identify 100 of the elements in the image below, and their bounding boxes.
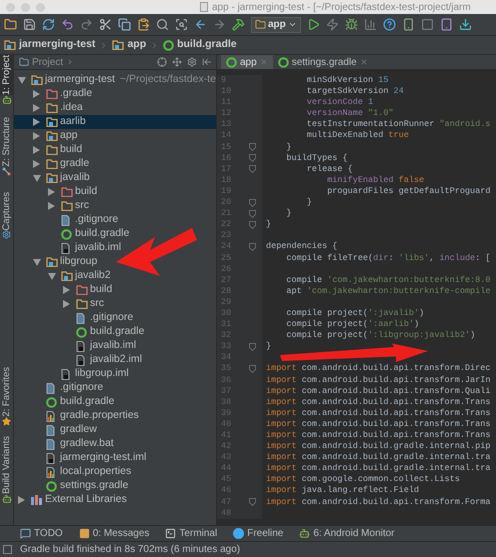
fold-marker-icon[interactable] — [249, 364, 256, 373]
collapsed-arrow-icon[interactable] — [63, 300, 70, 308]
copy-icon[interactable] — [118, 18, 131, 31]
tree-item[interactable]: build — [14, 185, 216, 199]
forward-icon[interactable] — [213, 18, 226, 31]
fold-marker-icon[interactable] — [249, 154, 256, 162]
fold-marker-icon[interactable] — [249, 198, 256, 207]
tree-item[interactable]: javalib.iml — [14, 339, 216, 353]
breadcrumb[interactable]: build.gradle — [163, 37, 237, 53]
tree-item[interactable]: javalib2.iml — [14, 353, 216, 367]
tree-item[interactable]: local.properties — [14, 465, 216, 479]
tree-item[interactable]: .gitignore — [14, 381, 216, 395]
project-view-dropdown[interactable]: Project — [32, 55, 64, 70]
device-icon[interactable] — [402, 18, 415, 31]
sync-icon[interactable] — [42, 18, 55, 31]
expanded-arrow-icon[interactable] — [48, 272, 56, 280]
editor-tab[interactable]: settings.gradle — [272, 55, 373, 69]
tree-item[interactable]: src — [14, 199, 216, 213]
collapsed-arrow-icon[interactable] — [33, 118, 40, 126]
tree-item[interactable]: aarlib — [14, 115, 216, 129]
tool-windows-toggle[interactable] — [3, 545, 12, 554]
collapsed-arrow-icon[interactable] — [33, 132, 40, 140]
paste-icon[interactable] — [137, 18, 150, 31]
close-icon[interactable] — [360, 58, 368, 66]
tool-window-button[interactable]: 0: Messages — [78, 526, 150, 541]
fold-marker-icon[interactable] — [249, 143, 256, 152]
tree-item[interactable]: jarmerging-test.iml — [14, 451, 216, 465]
collapsed-arrow-icon[interactable] — [48, 188, 55, 196]
tree-item[interactable]: src — [14, 297, 216, 311]
tree-item[interactable]: gradlew — [14, 423, 216, 437]
profile-icon[interactable] — [364, 18, 377, 31]
collapsed-arrow-icon[interactable] — [33, 160, 40, 168]
stop-icon[interactable] — [420, 18, 434, 31]
tool-window-button[interactable]: 6: Android Monitor — [299, 526, 395, 541]
apply-changes-icon[interactable] — [326, 18, 339, 31]
tree-item[interactable]: javalib2 — [14, 269, 216, 283]
tool-window-button[interactable]: TODO — [20, 526, 63, 541]
side-tab[interactable]: Captures — [0, 192, 14, 230]
tool-window-button[interactable]: Terminal — [165, 526, 218, 541]
tool-window-button[interactable]: Freeline — [233, 526, 284, 541]
cut-icon[interactable] — [99, 18, 112, 31]
tree-item[interactable]: javalib — [14, 171, 216, 185]
undo-icon[interactable] — [61, 18, 74, 31]
run-config-dropdown[interactable]: app — [251, 16, 301, 32]
fold-marker-icon[interactable] — [249, 242, 256, 251]
tree-item[interactable]: build.gradle — [14, 227, 216, 241]
tree-item[interactable]: settings.gradle — [14, 479, 216, 493]
locate-icon[interactable] — [157, 57, 167, 67]
tree-item[interactable]: build.gradle — [14, 325, 216, 339]
editor-tab[interactable]: app — [221, 55, 273, 69]
avd-manager-icon[interactable] — [440, 18, 453, 31]
collapsed-arrow-icon[interactable] — [48, 202, 55, 210]
fold-marker-icon[interactable] — [249, 220, 256, 229]
hide-icon[interactable] — [202, 57, 212, 67]
side-tab[interactable]: 2: Favorites — [0, 367, 14, 417]
fold-marker-icon[interactable] — [249, 342, 256, 351]
collapsed-arrow-icon[interactable] — [33, 104, 40, 112]
collapsed-arrow-icon[interactable] — [33, 90, 40, 98]
tree-item[interactable]: javalib.iml — [14, 241, 216, 255]
tree-item[interactable]: .gradle — [14, 87, 216, 101]
tree-item[interactable]: build — [14, 143, 216, 157]
back-icon[interactable] — [194, 18, 207, 31]
tree-item[interactable]: gradle — [14, 157, 216, 171]
breadcrumb[interactable]: jarmerging-test — [4, 37, 96, 53]
help-icon[interactable] — [382, 18, 396, 31]
fold-marker-icon[interactable] — [249, 210, 256, 218]
redo-icon[interactable] — [80, 18, 93, 31]
tree-item[interactable]: app — [14, 129, 216, 143]
tree-item[interactable]: gradlew.bat — [14, 437, 216, 451]
tree-item[interactable]: External Libraries — [14, 493, 216, 507]
hammer-icon[interactable] — [232, 18, 245, 31]
run-icon[interactable] — [306, 18, 320, 31]
side-tab[interactable]: Z: Structure — [0, 117, 14, 167]
expanded-arrow-icon[interactable] — [18, 76, 26, 84]
collapsed-arrow-icon[interactable] — [18, 496, 25, 504]
debug-icon[interactable] — [344, 18, 358, 31]
collapsed-arrow-icon[interactable] — [33, 146, 40, 154]
side-tab[interactable]: 1: Project — [0, 55, 14, 96]
save-icon[interactable] — [23, 18, 36, 31]
tree-item[interactable]: .gitignore — [14, 213, 216, 227]
search-icon[interactable] — [156, 18, 169, 31]
settings-icon[interactable] — [187, 57, 197, 67]
tree-item[interactable]: libgroup.iml — [14, 367, 216, 381]
tree-item[interactable]: .idea — [14, 101, 216, 115]
tree-item[interactable]: jarmerging-test ~/Projects/fastdex-te — [14, 73, 216, 87]
tree-item[interactable]: libgroup — [14, 255, 216, 269]
open-folder-icon[interactable] — [4, 18, 17, 31]
tree-item[interactable]: gradle.properties — [14, 409, 216, 423]
fold-marker-icon[interactable] — [249, 165, 256, 174]
expanded-arrow-icon[interactable] — [33, 174, 41, 182]
side-tab[interactable]: Build Variants — [0, 436, 14, 494]
fold-marker-icon[interactable] — [249, 498, 256, 506]
collapsed-arrow-icon[interactable] — [63, 286, 70, 294]
breadcrumb[interactable]: app — [112, 37, 146, 53]
tree-item[interactable]: build.gradle — [14, 395, 216, 409]
find-usages-icon[interactable] — [175, 18, 188, 31]
tree-item[interactable]: build — [14, 283, 216, 297]
expanded-arrow-icon[interactable] — [33, 258, 41, 266]
tree-item[interactable]: .gitignore — [14, 311, 216, 325]
sdk-manager-icon[interactable] — [458, 18, 472, 31]
